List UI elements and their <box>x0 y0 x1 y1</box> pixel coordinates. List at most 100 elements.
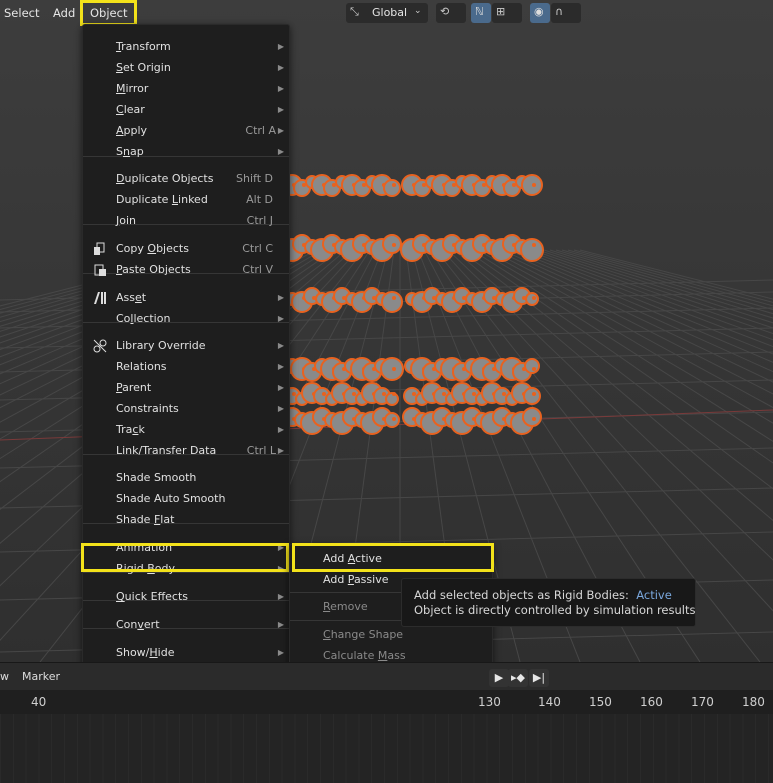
ruler-number: 40 <box>31 695 47 709</box>
object-origin-dot <box>392 367 396 371</box>
falloff-dropdown[interactable]: ∩ <box>551 3 581 23</box>
select-menu[interactable]: Select <box>4 4 39 22</box>
pivot-icon: ⟲ <box>440 5 450 18</box>
object-origin-dot <box>392 417 396 421</box>
tooltip: Add selected objects as Rigid Bodies: Ac… <box>401 578 696 627</box>
selected-object[interactable] <box>382 234 402 254</box>
menu-item-shade-auto-smooth[interactable]: Shade Auto Smooth <box>83 488 289 509</box>
menu-item-label: Shade Flat <box>116 513 175 526</box>
menu-item-paste-objects[interactable]: Paste Objects Ctrl V <box>83 259 289 280</box>
proportional-editing-toggle[interactable]: ◉ <box>530 3 550 23</box>
object-origin-dot <box>352 392 356 396</box>
object-dropdown-menu: Transform ▶ Set Origin ▶ Mirror ▶ Clear ▶ Apply C… <box>82 24 290 728</box>
submenu-arrow-icon: ▶ <box>277 620 284 629</box>
menu-item-label: Quick Effects <box>116 590 189 603</box>
menu-item-mirror[interactable]: Mirror ▶ <box>83 78 289 99</box>
selected-object[interactable] <box>522 407 542 427</box>
object-origin-dot <box>532 296 536 300</box>
object-origin-dot <box>532 417 536 421</box>
menu-item-relations[interactable]: Relations ▶ <box>83 356 289 377</box>
menu-item-shortcut: Ctrl C <box>242 242 273 255</box>
chevron-down-icon: ⌄ <box>414 6 422 16</box>
menu-item-convert[interactable]: Convert ▶ <box>83 614 289 635</box>
menu-item-clear[interactable]: Clear ▶ <box>83 99 289 120</box>
selected-object[interactable] <box>525 292 539 306</box>
menu-item-duplicate-objects[interactable]: Duplicate Objects Shift D <box>83 168 289 189</box>
menu-item-quick-effects[interactable]: Quick Effects ▶ <box>83 586 289 607</box>
menu-item-join[interactable]: Join Ctrl J <box>83 210 289 231</box>
menu-item-shortcut: Ctrl A <box>245 124 276 137</box>
tooltip-line2: Object is directly controlled by simulat… <box>414 603 696 617</box>
menu-item-label: Set Origin <box>116 61 171 74</box>
pivot-point-dropdown[interactable]: ⟲ <box>436 3 466 23</box>
selected-object[interactable] <box>384 412 400 428</box>
selected-object[interactable] <box>524 358 540 374</box>
view-menu-partial[interactable]: w <box>0 670 9 683</box>
selected-object[interactable] <box>383 179 401 197</box>
menu-item-label: Join <box>116 214 137 227</box>
menu-item-label: Change Shape <box>323 628 404 641</box>
snap-target-dropdown[interactable]: ⊞ <box>492 3 522 23</box>
paste-icon <box>93 263 107 277</box>
rigid-body-highlight <box>81 543 289 572</box>
menu-item-asset[interactable]: Asset ▶ <box>83 287 289 308</box>
object-origin-dot <box>392 183 396 187</box>
menu-item-library-override[interactable]: Library Override ▶ <box>83 335 289 356</box>
transform-orientation-dropdown[interactable]: ⤡ Global ⌄ <box>346 3 428 23</box>
submenu-arrow-icon: ▶ <box>277 293 284 302</box>
menu-item-label: Duplicate Objects <box>116 172 214 185</box>
add-active-highlight <box>292 543 494 572</box>
object-origin-dot <box>392 296 396 300</box>
ruler-number: 140 <box>538 695 561 709</box>
menu-item-label: Add Passive <box>323 573 389 586</box>
selected-object[interactable] <box>523 387 541 405</box>
menu-item-snap[interactable]: Snap ▶ <box>83 141 289 162</box>
menu-item-copy-objects[interactable]: Copy Objects Ctrl C <box>83 238 289 259</box>
menu-item-link-transfer-data[interactable]: Link/Transfer Data Ctrl L ▶ <box>83 440 289 461</box>
menu-item-shade-flat[interactable]: Shade Flat <box>83 509 289 530</box>
timeline-header: w Marker ▶ ▸◆ ▶| <box>0 662 773 691</box>
menu-item-track[interactable]: Track ▶ <box>83 419 289 440</box>
menu-item-parent[interactable]: Parent ▶ <box>83 377 289 398</box>
menu-item-label: Shade Auto Smooth <box>116 492 226 505</box>
submenu-arrow-icon: ▶ <box>277 84 284 93</box>
jump-end-button[interactable]: ▶| <box>529 669 549 687</box>
selected-object[interactable] <box>385 392 399 406</box>
menu-item-collection[interactable]: Collection ▶ <box>83 308 289 329</box>
add-menu[interactable]: Add <box>53 4 75 22</box>
menu-item-transform[interactable]: Transform ▶ <box>83 36 289 57</box>
menu-item-duplicate-linked[interactable]: Duplicate Linked Alt D <box>83 189 289 210</box>
object-origin-dot <box>392 243 396 247</box>
submenu-arrow-icon: ▶ <box>277 648 284 657</box>
submenu-arrow-icon: ▶ <box>277 404 284 413</box>
frame-ruler[interactable]: 40 130 140 150 160 170 180 <box>0 690 773 714</box>
marker-menu[interactable]: Marker <box>22 670 60 683</box>
falloff-curve-icon: ∩ <box>555 5 564 18</box>
menu-item-label: Clear <box>116 103 145 116</box>
selected-object[interactable] <box>520 238 544 262</box>
menu-item-shade-smooth[interactable]: Shade Smooth <box>83 467 289 488</box>
object-origin-dot <box>532 392 536 396</box>
play-button[interactable]: ▶ <box>489 669 509 687</box>
menu-item-apply[interactable]: Apply Ctrl A ▶ <box>83 120 289 141</box>
menu-item-label: Duplicate Linked <box>116 193 208 206</box>
jump-keyframe-button[interactable]: ▸◆ <box>508 669 528 687</box>
menu-item-label: Apply <box>116 124 148 137</box>
menu-item-shortcut: Shift D <box>236 172 273 185</box>
proportional-icon: ◉ <box>534 5 544 18</box>
menu-item-shortcut: Alt D <box>246 193 273 206</box>
keyframe-jump-icon: ▸◆ <box>511 671 525 684</box>
menu-item-label: Relations <box>116 360 167 373</box>
menu-item-constraints[interactable]: Constraints ▶ <box>83 398 289 419</box>
menu-item-show-hide[interactable]: Show/Hide ▶ <box>83 642 289 663</box>
menu-item-label: Track <box>116 423 145 436</box>
menu-item-set-origin[interactable]: Set Origin ▶ <box>83 57 289 78</box>
copy-icon <box>93 242 107 256</box>
object-origin-dot <box>502 392 506 396</box>
timeline-body[interactable] <box>0 714 773 783</box>
submenu-arrow-icon: ▶ <box>277 126 284 135</box>
selected-object[interactable] <box>381 291 403 313</box>
menu-item-label: Transform <box>116 40 171 53</box>
snap-toggle[interactable]: ℕ <box>471 3 491 23</box>
submenu-arrow-icon: ▶ <box>277 105 284 114</box>
